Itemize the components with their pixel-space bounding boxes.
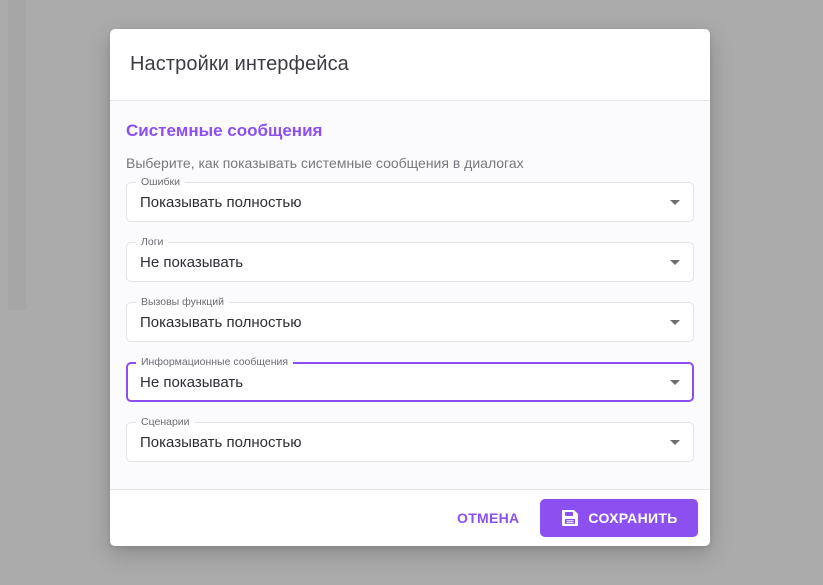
scenarios-select[interactable]: Сценарии Показывать полностью: [126, 416, 694, 462]
scenarios-select-label: Сценарии: [136, 416, 195, 429]
dropdown-arrow-icon: [670, 320, 680, 325]
cancel-button[interactable]: ОТМЕНА: [447, 500, 529, 536]
function-calls-select-value: Показывать полностью: [140, 314, 302, 331]
save-button-label: СОХРАНИТЬ: [588, 510, 678, 526]
dropdown-arrow-icon: [670, 260, 680, 265]
background-panel: [8, 0, 26, 310]
dialog-header: Настройки интерфейса: [110, 29, 710, 101]
errors-select[interactable]: Ошибки Показывать полностью: [126, 176, 694, 222]
interface-settings-dialog: Настройки интерфейса Системные сообщения…: [110, 29, 710, 546]
section-title: Системные сообщения: [126, 121, 323, 140]
function-calls-select[interactable]: Вызовы функций Показывать полностью: [126, 296, 694, 342]
info-messages-select[interactable]: Информационные сообщения Не показывать: [126, 356, 694, 402]
floppy-disk-icon: [560, 508, 580, 528]
function-calls-select-label: Вызовы функций: [136, 296, 230, 309]
section-description: Выберите, как показывать системные сообщ…: [126, 155, 524, 171]
dropdown-arrow-icon: [670, 380, 680, 385]
dialog-footer: ОТМЕНА СОХРАНИТЬ: [110, 489, 710, 546]
save-button[interactable]: СОХРАНИТЬ: [540, 499, 698, 537]
errors-select-label: Ошибки: [136, 176, 185, 189]
dialog-body: Системные сообщения Выберите, как показы…: [110, 101, 710, 490]
logs-select[interactable]: Логи Не показывать: [126, 236, 694, 282]
errors-select-value: Показывать полностью: [140, 194, 302, 211]
info-messages-select-label: Информационные сообщения: [136, 356, 294, 369]
dropdown-arrow-icon: [670, 440, 680, 445]
info-messages-select-value: Не показывать: [140, 374, 244, 391]
logs-select-label: Логи: [136, 236, 169, 249]
dropdown-arrow-icon: [670, 200, 680, 205]
logs-select-value: Не показывать: [140, 254, 244, 271]
dialog-title: Настройки интерфейса: [130, 53, 349, 75]
scenarios-select-value: Показывать полностью: [140, 434, 302, 451]
